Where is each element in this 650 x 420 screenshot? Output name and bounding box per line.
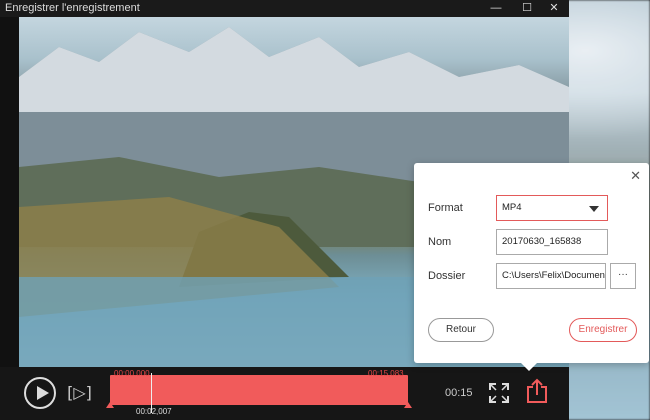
chevron-down-icon — [589, 206, 599, 212]
name-input[interactable]: 20170630_165838 — [496, 229, 608, 255]
player-controls: [▷] — [0, 367, 569, 420]
frame-step-button[interactable]: [▷] — [66, 382, 93, 404]
trim-end-time: 00:15,083 — [368, 369, 404, 378]
minimize-button[interactable]: — — [481, 0, 511, 17]
trim-start-handle[interactable] — [106, 402, 114, 408]
close-button[interactable]: ✕ — [539, 0, 569, 17]
close-icon[interactable]: ✕ — [630, 169, 641, 184]
window-title: Enregistrer l'enregistrement — [5, 2, 140, 14]
folder-label: Dossier — [428, 270, 466, 282]
folder-input[interactable]: C:\Users\Felix\Documents — [496, 263, 606, 289]
current-time: 00:02,007 — [136, 407, 172, 416]
trim-start-time: 00:00.000 — [114, 369, 150, 378]
dialog-pointer — [520, 362, 538, 371]
format-select[interactable]: MP4 — [496, 195, 608, 221]
trim-timeline[interactable] — [110, 375, 408, 405]
back-button[interactable]: Retour — [428, 318, 494, 342]
browse-button[interactable]: ··· — [610, 263, 636, 289]
format-label: Format — [428, 202, 463, 214]
maximize-button[interactable]: ☐ — [512, 0, 542, 17]
format-value: MP4 — [502, 202, 522, 213]
save-button[interactable]: Enregistrer — [569, 318, 637, 342]
export-icon[interactable] — [526, 378, 548, 404]
fullscreen-icon[interactable] — [489, 383, 509, 403]
name-label: Nom — [428, 236, 452, 248]
duration-label: 00:15 — [445, 387, 473, 399]
trim-end-handle[interactable] — [404, 402, 412, 408]
play-button[interactable] — [24, 377, 56, 409]
save-dialog: ✕ Format MP4 Nom 20170630_165838 Dossier… — [414, 163, 649, 363]
